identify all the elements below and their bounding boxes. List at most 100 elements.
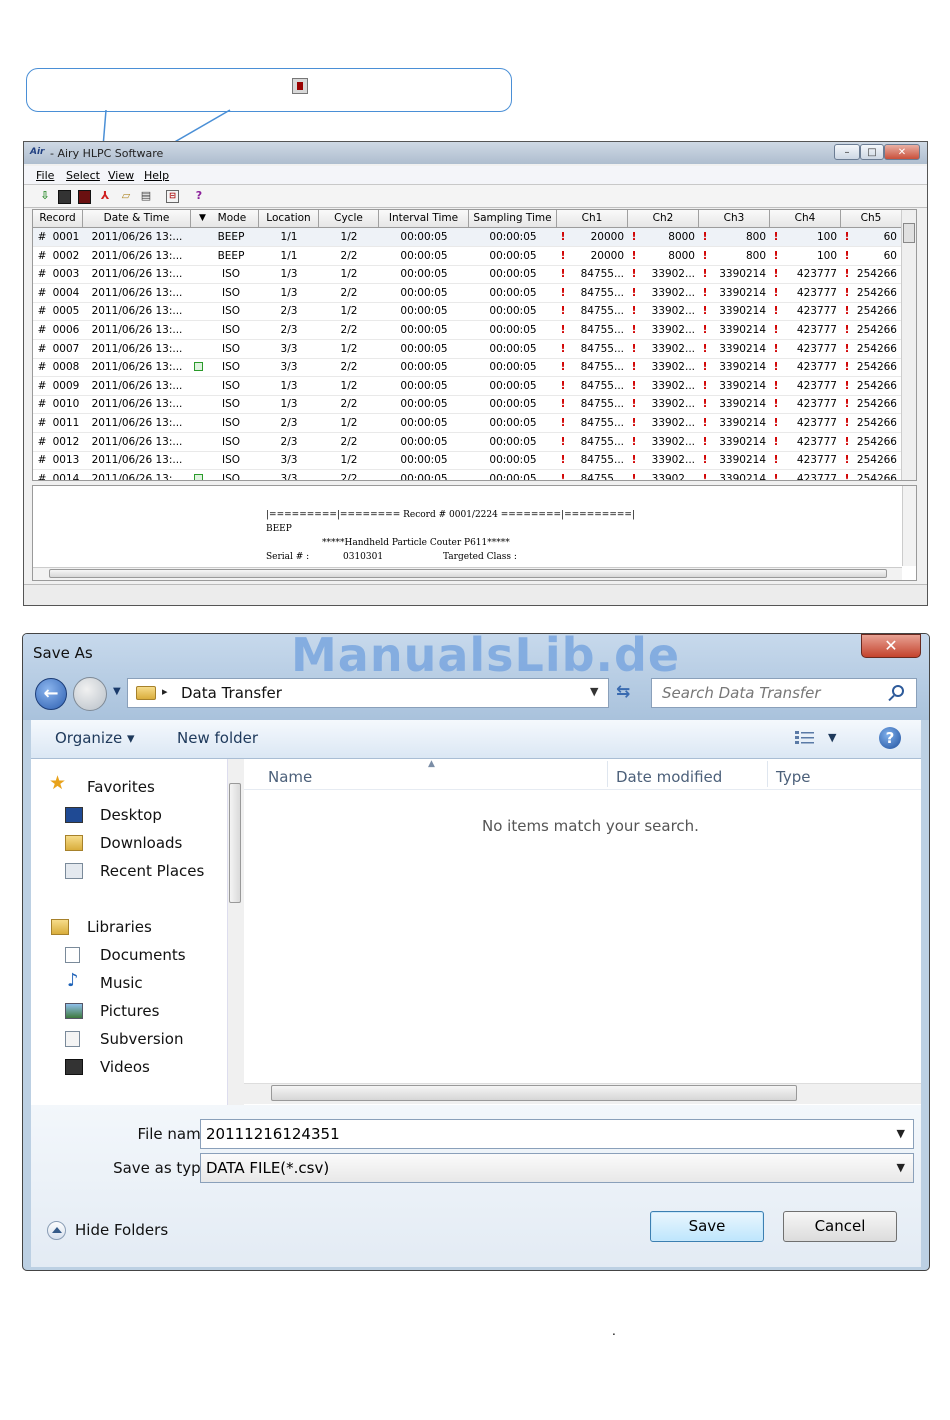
column-divider[interactable] [607, 761, 608, 787]
nav-pictures[interactable]: Pictures [100, 1002, 159, 1020]
search-input[interactable]: Search Data Transfer [651, 678, 917, 708]
menu-select[interactable]: Select [66, 169, 100, 182]
cell-ch2: 8000 [668, 249, 695, 262]
view-options-icon[interactable] [795, 730, 815, 746]
col-type[interactable]: Type [776, 768, 810, 786]
back-arrow-icon[interactable]: ← [35, 678, 67, 710]
cell-cycle: 2/2 [340, 472, 358, 481]
forward-arrow-icon[interactable] [73, 677, 107, 711]
nav-subversion[interactable]: Subversion [100, 1030, 184, 1048]
column-divider[interactable] [767, 761, 768, 787]
refresh-icon[interactable]: ⇆ [616, 682, 630, 702]
table-row[interactable]: #0003 2011/06/26 13:... ISO 1/3 1/2 00:00:05 0… [33, 265, 901, 285]
col-date-modified[interactable]: Date modified [616, 768, 722, 786]
save-as-icon[interactable] [78, 190, 91, 204]
col-date-time[interactable]: Date & Time [83, 210, 191, 227]
col-ch2[interactable]: Ch2 [628, 210, 699, 227]
search-icon[interactable] [892, 685, 904, 697]
file-name-field[interactable]: 20111216124351 ▼ [200, 1119, 914, 1149]
file-list-scroll-thumb[interactable] [271, 1085, 797, 1101]
nav-videos[interactable]: Videos [100, 1058, 150, 1076]
app-title: - Airy HLPC Software [50, 147, 164, 160]
minimize-button[interactable]: – [834, 144, 860, 160]
breadcrumb[interactable]: Data Transfer [181, 684, 282, 702]
nav-downloads[interactable]: Downloads [100, 834, 182, 852]
nav-libraries[interactable]: Libraries [87, 918, 152, 936]
address-bar[interactable]: ▸ Data Transfer ▼ [127, 678, 609, 708]
table-row[interactable]: #0007 2011/06/26 13:... ISO 3/3 1/2 00:00:05 0… [33, 340, 901, 359]
nav-documents[interactable]: Documents [100, 946, 186, 964]
cell-sampling: 00:00:05 [489, 249, 537, 262]
nav-music[interactable]: Music [100, 974, 143, 992]
col-ch5[interactable]: Ch5 [841, 210, 901, 227]
col-ch1[interactable]: Ch1 [557, 210, 628, 227]
help-icon[interactable]: ? [192, 189, 206, 203]
table-row[interactable]: #0011 2011/06/26 13:... ISO 2/3 1/2 00:00:05 0… [33, 414, 901, 433]
alarm-icon: ! [631, 397, 637, 411]
hide-folders-icon[interactable] [47, 1221, 66, 1240]
pdf-icon[interactable]: ⅄ [98, 189, 112, 203]
help-icon[interactable]: ? [879, 727, 901, 749]
col-interval-time[interactable]: Interval Time [379, 210, 469, 227]
file-name-dropdown-icon[interactable]: ▼ [897, 1120, 905, 1148]
breadcrumb-separator-icon[interactable]: ▸ [162, 685, 168, 698]
table-row[interactable]: #0013 2011/06/26 13:... ISO 3/3 1/2 00:00:05 0… [33, 451, 901, 471]
col-record[interactable]: Record [33, 210, 83, 227]
download-icon[interactable]: ⇩ [38, 189, 52, 203]
col-name[interactable]: Name [268, 768, 312, 786]
cancel-button[interactable]: Cancel [783, 1211, 897, 1242]
table-row[interactable]: #0005 2011/06/26 13:... ISO 2/3 1/2 00:00:05 0… [33, 302, 901, 322]
cell-mode: ISO [221, 417, 241, 429]
new-folder-button[interactable]: New folder [177, 729, 258, 747]
app-window: Air - Airy HLPC Software – □ ✕ File Sele… [23, 141, 928, 606]
menu-file[interactable]: File [36, 169, 54, 182]
alarm-icon: ! [702, 304, 708, 318]
cell-rec: 0004 [52, 286, 80, 299]
table-row[interactable]: #0008 2011/06/26 13:... ISO 3/3 2/2 00:00:05 0… [33, 358, 901, 378]
hide-folders-button[interactable]: Hide Folders [75, 1221, 168, 1239]
table-row[interactable]: #0014 2011/06/26 13:... ISO 3/3 2/2 00:00:05 0… [33, 470, 901, 481]
save-icon[interactable] [58, 190, 71, 204]
col-location[interactable]: Location [259, 210, 319, 227]
save-button[interactable]: Save [650, 1211, 764, 1242]
nav-recent-places[interactable]: Recent Places [100, 862, 204, 880]
col-ch4[interactable]: Ch4 [770, 210, 841, 227]
save-type-dropdown-icon[interactable]: ▼ [897, 1154, 905, 1182]
maximize-button[interactable]: □ [860, 144, 884, 160]
table-row[interactable]: #0001 2011/06/26 13:... BEEP 1/1 1/2 00:00:05… [33, 228, 901, 247]
open-folder-icon[interactable]: ▱ [119, 189, 133, 203]
nav-scroll-thumb[interactable] [229, 783, 241, 903]
cell-loc: 1/1 [280, 231, 298, 243]
save-type-select[interactable]: DATA FILE(*.csv) ▼ [200, 1153, 914, 1183]
col-ch3[interactable]: Ch3 [699, 210, 770, 227]
address-dropdown-icon[interactable]: ▼ [590, 685, 598, 698]
alarm-icon: ! [773, 416, 779, 429]
print-icon[interactable]: ▤ [139, 189, 153, 203]
cell-sampling: 00:00:05 [489, 454, 537, 467]
table-row[interactable]: #0004 2011/06/26 13:... ISO 1/3 2/2 00:00:05 0… [33, 284, 901, 303]
columns-icon[interactable]: ⊟ [166, 190, 179, 203]
col-cycle[interactable]: Cycle [319, 210, 379, 227]
menu-view[interactable]: View [108, 169, 134, 182]
grid-vertical-scrollbar[interactable] [901, 210, 916, 480]
col-sampling-time[interactable]: Sampling Time [469, 210, 557, 227]
app-titlebar: Air - Airy HLPC Software – □ ✕ [24, 142, 927, 164]
table-row[interactable]: #0002 2011/06/26 13:... BEEP 1/1 2/2 00:00:05… [33, 247, 901, 266]
nav-favorites[interactable]: Favorites [87, 778, 155, 796]
close-button[interactable]: ✕ [884, 144, 920, 160]
table-row[interactable]: #0006 2011/06/26 13:... ISO 2/3 2/2 00:00:05 0… [33, 321, 901, 340]
table-row[interactable]: #0009 2011/06/26 13:... ISO 1/3 1/2 00:00:05 0… [33, 377, 901, 396]
menu-help[interactable]: Help [144, 169, 169, 182]
organize-button[interactable]: Organize ▾ [55, 729, 135, 747]
history-dropdown-icon[interactable]: ▼ [113, 686, 121, 697]
view-dropdown-icon[interactable]: ▼ [828, 731, 836, 744]
nav-desktop[interactable]: Desktop [100, 806, 162, 824]
dialog-close-button[interactable]: ✕ [861, 634, 921, 658]
grid-scroll-thumb[interactable] [903, 223, 915, 243]
preview-scroll-thumb[interactable] [49, 569, 887, 578]
preview-vertical-scrollbar[interactable] [902, 486, 916, 566]
col-mode[interactable]: ▼ Mode [191, 210, 259, 227]
table-row[interactable]: #0012 2011/06/26 13:... ISO 2/3 2/2 00:00:05 0… [33, 433, 901, 452]
table-row[interactable]: #0010 2011/06/26 13:... ISO 1/3 2/2 00:00:05 0… [33, 395, 901, 415]
cell-date: 2011/06/26 13:... [91, 286, 183, 299]
